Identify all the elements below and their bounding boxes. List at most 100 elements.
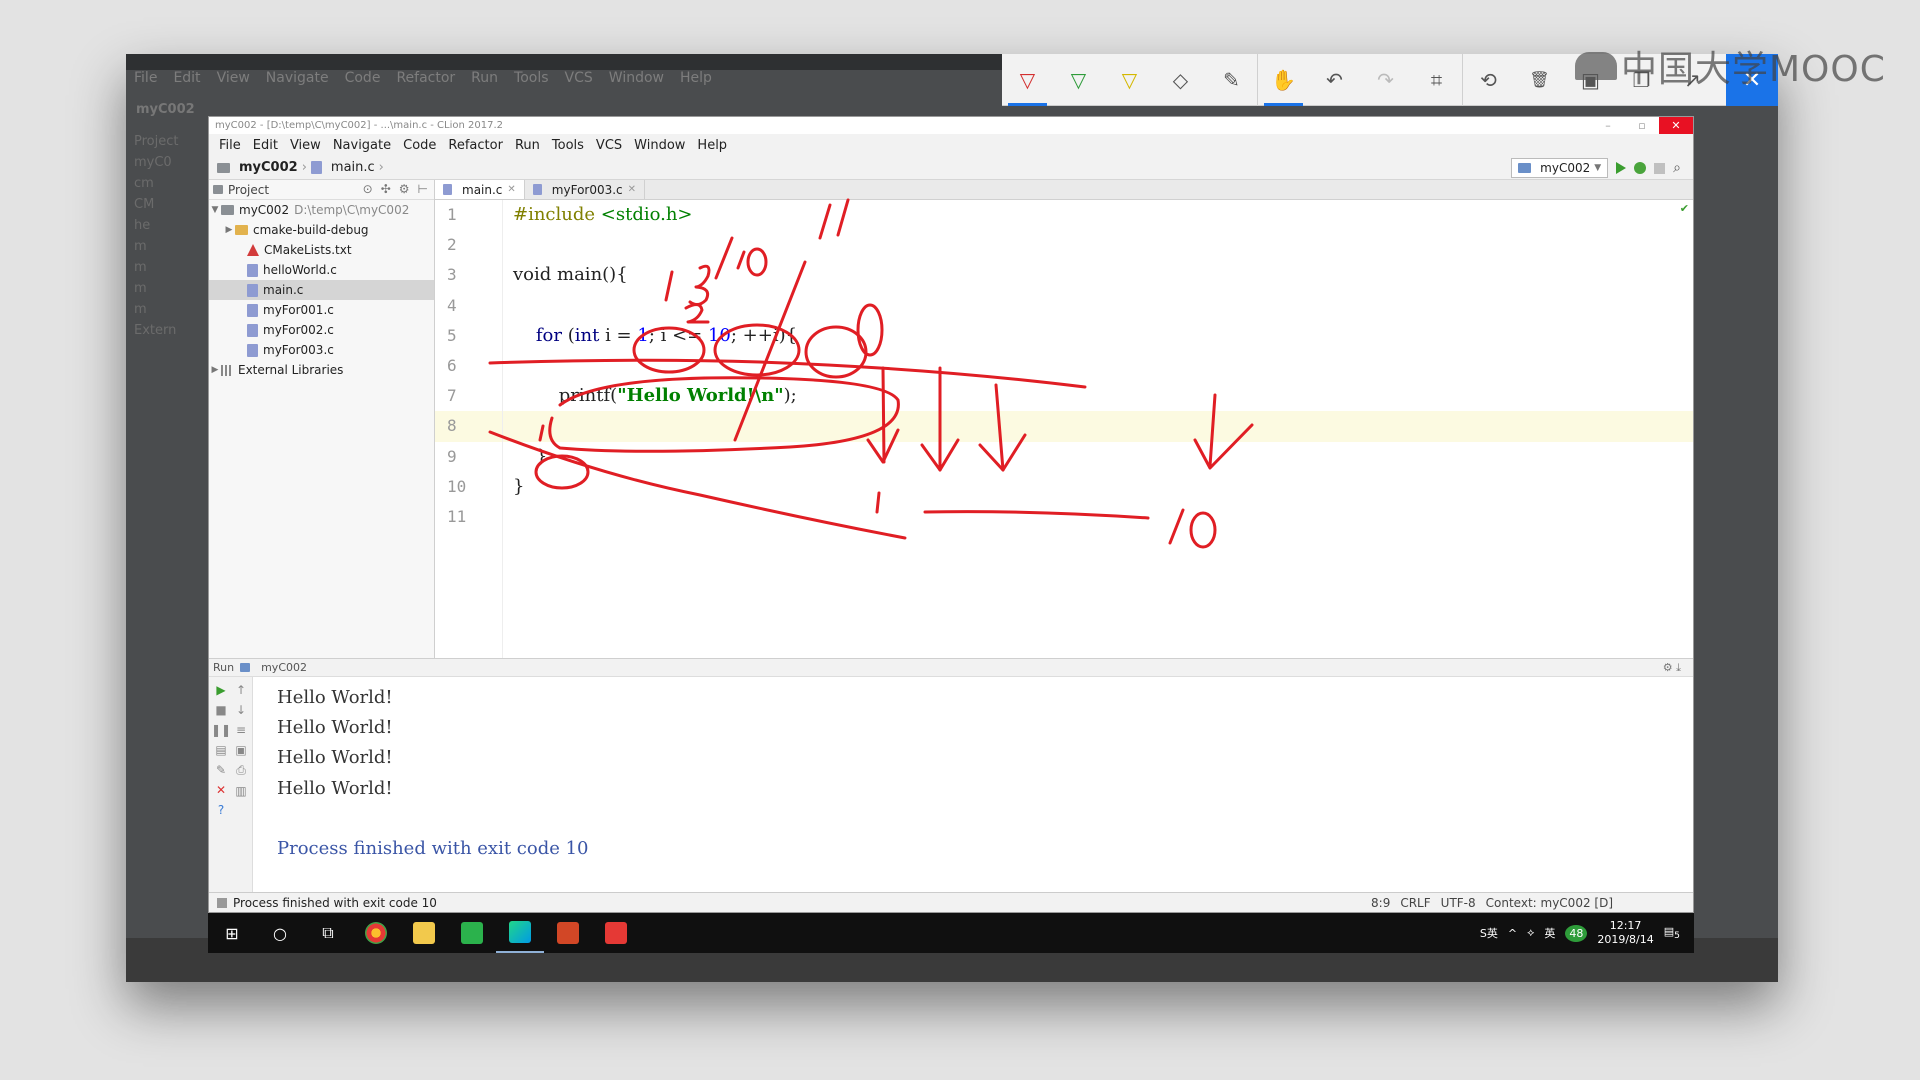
pin-icon[interactable]: ✎ (216, 763, 226, 777)
run-button[interactable] (1616, 162, 1627, 174)
undo-icon[interactable]: ↶ (1309, 54, 1360, 106)
menu-window[interactable]: Window (628, 138, 691, 153)
highlighter-icon[interactable]: ▽ (1104, 54, 1155, 106)
c-file-icon (310, 161, 322, 174)
help-icon[interactable]: ? (218, 803, 224, 817)
close-icon[interactable]: ✕ (216, 783, 226, 797)
taskbar-clock[interactable]: 12:17 2019/8/14 (1597, 919, 1653, 947)
check-icon: ✔ (1679, 202, 1689, 215)
arrow-up-icon[interactable]: ↑ (236, 683, 246, 697)
tree-item-cmake-build-debug[interactable]: ▶ cmake-build-debug (209, 220, 434, 240)
tab-main-c[interactable]: main.c ✕ (435, 180, 525, 199)
run-panel-label[interactable]: Run (213, 661, 234, 674)
rerun-icon[interactable]: ▶ (216, 683, 225, 697)
eraser-icon[interactable]: ◇ (1155, 54, 1206, 106)
layout-icon[interactable]: ▤ (215, 743, 226, 757)
line-number: 3 (447, 265, 457, 285)
network-icon[interactable]: ⟡ (1527, 926, 1534, 940)
start-button[interactable]: ⊞ (208, 913, 256, 953)
arrow-down-icon[interactable]: ↓ (236, 703, 246, 717)
tree-item-cmakelists[interactable]: CMakeLists.txt (209, 240, 434, 260)
crop-icon[interactable]: ⌗ (1411, 54, 1462, 106)
navigation-bar: myC002 › main.c › myC002 ▼ ⌕ (209, 156, 1693, 180)
red-pen-icon[interactable]: ▽ (1002, 54, 1053, 106)
notification-icon[interactable]: ▤5 (1664, 925, 1680, 941)
project-panel-title[interactable]: Project (228, 183, 269, 197)
tree-item-external-libraries[interactable]: ▶ External Libraries (209, 360, 434, 380)
stop-button[interactable] (1654, 162, 1666, 174)
tree-item-myfor001[interactable]: myFor001.c (209, 300, 434, 320)
line-number: 2 (447, 235, 457, 255)
close-tab-icon[interactable]: ✕ (507, 184, 515, 195)
run-side-col-1: ▶ ■ ❚❚ ▤ ✎ ✕ ? (211, 683, 231, 817)
run-config-select[interactable]: myC002 ▼ (1511, 158, 1609, 178)
code-text: ; i <= (648, 324, 708, 346)
code-keyword: for (535, 324, 562, 346)
maximize-button[interactable]: ▫ (1625, 117, 1659, 134)
menu-file[interactable]: File (213, 138, 247, 153)
search-button[interactable]: ○ (256, 913, 304, 953)
menu-code[interactable]: Code (397, 138, 442, 153)
taskbar-explorer[interactable] (400, 913, 448, 953)
line-gutter: 1 2 3 4 5 6 7 8 9 10 11 (435, 200, 503, 658)
history-icon[interactable]: ⟲ (1463, 54, 1514, 106)
menu-tools[interactable]: Tools (546, 138, 590, 153)
menu-help[interactable]: Help (691, 138, 733, 153)
taskbar-camtasia[interactable] (448, 913, 496, 953)
battery-badge[interactable]: 48 (1565, 924, 1588, 942)
debug-button[interactable] (1634, 162, 1647, 174)
taskbar-powerpoint[interactable] (544, 913, 592, 953)
wrap-icon[interactable]: ≡ (236, 723, 246, 737)
c-file-icon (247, 303, 258, 317)
tray-chevron-icon[interactable]: ^ (1508, 927, 1517, 940)
pencil-icon[interactable]: ✎ (1206, 54, 1257, 106)
menu-edit[interactable]: Edit (247, 138, 284, 153)
tree-item-main[interactable]: main.c (209, 280, 434, 300)
clear-icon[interactable]: ▥ (235, 784, 246, 798)
ime-icon[interactable]: S英 (1480, 925, 1498, 941)
folder-icon (217, 162, 230, 173)
c-file-icon (443, 184, 452, 195)
hand-icon[interactable]: ✋ (1258, 54, 1309, 106)
collapse-icon[interactable]: ✣ (381, 182, 391, 196)
cmake-target-icon (240, 663, 251, 672)
pause-icon[interactable]: ❚❚ (211, 723, 231, 737)
scroll-end-icon[interactable]: ▣ (235, 743, 246, 757)
close-tab-icon[interactable]: ✕ (628, 184, 636, 195)
breadcrumb-file[interactable]: main.c (331, 160, 375, 175)
breadcrumb-project[interactable]: myC002 (239, 160, 298, 175)
minimize-button[interactable]: – (1591, 117, 1625, 134)
window-close-button[interactable]: ✕ (1659, 117, 1693, 134)
task-view-button[interactable]: ⧉ (304, 913, 352, 953)
gear-icon[interactable]: ⚙ (399, 182, 410, 196)
redo-icon[interactable]: ↷ (1360, 54, 1411, 106)
trash-icon[interactable]: 🗑 (1514, 54, 1565, 106)
taskbar-chrome[interactable] (352, 913, 400, 953)
file-encoding[interactable]: UTF-8 (1441, 896, 1476, 910)
context-indicator[interactable]: Context: myC002 [D] (1486, 896, 1613, 910)
code-area[interactable]: 1 2 3 4 5 6 7 8 9 10 11 #include <stdio.… (435, 200, 1693, 658)
tree-item-helloworld[interactable]: helloWorld.c (209, 260, 434, 280)
toggle-panels-icon[interactable] (217, 897, 227, 908)
locate-icon[interactable]: ⊙ (363, 182, 373, 196)
stop-icon[interactable]: ■ (215, 703, 226, 717)
gear-icon[interactable]: ⚙ ⤓ (1663, 661, 1681, 675)
menu-run[interactable]: Run (509, 138, 546, 153)
menu-refactor[interactable]: Refactor (442, 138, 509, 153)
line-separator[interactable]: CRLF (1400, 896, 1430, 910)
tree-item-myfor003[interactable]: myFor003.c (209, 340, 434, 360)
taskbar-clion[interactable] (496, 913, 544, 953)
tab-myfor003-c[interactable]: myFor003.c ✕ (525, 180, 646, 199)
taskbar-recorder[interactable] (592, 913, 640, 953)
menu-navigate[interactable]: Navigate (327, 138, 397, 153)
cursor-position[interactable]: 8:9 (1371, 896, 1390, 910)
tree-item-myfor002[interactable]: myFor002.c (209, 320, 434, 340)
tree-root[interactable]: ▼ myC002 D:\temp\C\myC002 (209, 200, 434, 220)
search-icon[interactable]: ⌕ (1673, 160, 1681, 176)
green-pen-icon[interactable]: ▽ (1053, 54, 1104, 106)
menu-vcs[interactable]: VCS (590, 138, 628, 153)
hide-icon[interactable]: ⊢ (418, 182, 428, 196)
print-icon[interactable]: ⎙ (236, 763, 246, 778)
ime-language-icon[interactable]: 英 (1544, 925, 1555, 941)
menu-view[interactable]: View (284, 138, 327, 153)
